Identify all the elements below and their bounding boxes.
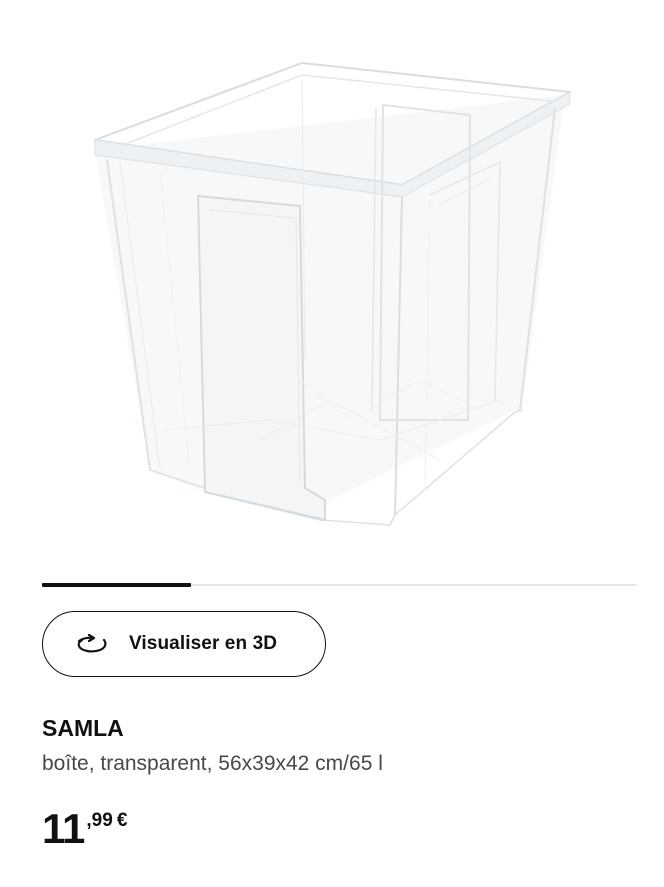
price-currency: €: [116, 810, 128, 831]
product-price: 11 ,99 €: [42, 806, 127, 852]
product-image[interactable]: [0, 0, 664, 560]
product-name[interactable]: SAMLA: [42, 715, 124, 742]
image-carousel-indicator: [42, 583, 191, 587]
view-in-3d-label: Visualiser en 3D: [129, 633, 278, 654]
price-decimal: ,99: [86, 810, 113, 831]
product-page: Visualiser en 3D SAMLA boîte, transparen…: [0, 0, 664, 887]
rotate-3d-icon: [77, 633, 107, 653]
price-integer: 11: [42, 805, 85, 852]
product-description: boîte, transparent, 56x39x42 cm/65 l: [42, 752, 383, 775]
image-carousel-track[interactable]: [42, 583, 636, 587]
view-in-3d-button[interactable]: Visualiser en 3D: [42, 611, 326, 677]
